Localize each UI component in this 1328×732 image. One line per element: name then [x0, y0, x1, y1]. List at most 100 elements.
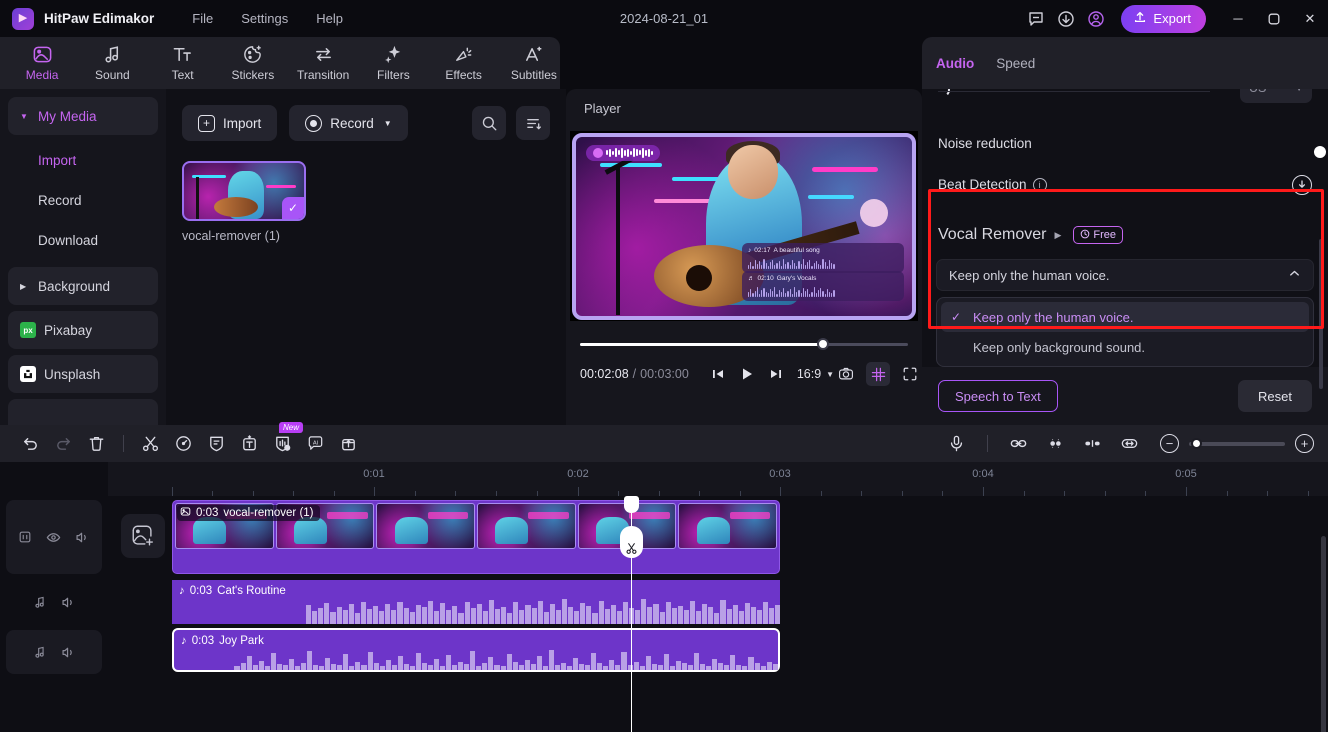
- video-preview[interactable]: ♪ 02:17 A beautiful song: [572, 133, 916, 320]
- timeline-scrollbar[interactable]: [1321, 536, 1326, 732]
- tab-subtitles[interactable]: Subtitles: [508, 44, 560, 82]
- tab-filters[interactable]: Filters: [367, 44, 419, 82]
- timeline-clip-video[interactable]: 0:03 vocal-remover (1): [172, 500, 780, 574]
- zoom-in-icon[interactable]: +: [1295, 434, 1314, 453]
- tab-stickers-label: Stickers: [232, 68, 275, 82]
- split-view-icon[interactable]: [1076, 430, 1109, 458]
- player-seekbar[interactable]: [580, 337, 908, 351]
- timeline-clip-audio-2[interactable]: ♪ 0:03 Joy Park: [172, 628, 780, 672]
- sidebar-item-download[interactable]: Download: [8, 221, 158, 259]
- fullscreen-icon[interactable]: [898, 362, 922, 386]
- speech-to-text-button[interactable]: Speech to Text: [938, 380, 1058, 412]
- add-text-icon[interactable]: [233, 430, 266, 458]
- timeline-tracks: 0:03 vocal-remover (1): [108, 496, 1328, 732]
- link-icon[interactable]: [1002, 430, 1035, 458]
- redo-icon[interactable]: [47, 430, 80, 458]
- menu-file[interactable]: File: [192, 11, 213, 26]
- music-icon[interactable]: [33, 645, 47, 659]
- aspect-ratio-selector[interactable]: 16:9 ▼: [797, 367, 834, 381]
- dropdown-option-background-sound[interactable]: Keep only background sound.: [941, 332, 1309, 362]
- right-panel-scrollbar[interactable]: [1319, 239, 1323, 389]
- fit-icon[interactable]: [1113, 430, 1146, 458]
- menu-settings[interactable]: Settings: [241, 11, 288, 26]
- next-frame-button[interactable]: [769, 367, 783, 381]
- download-icon[interactable]: [1051, 4, 1081, 34]
- voiceover-icon[interactable]: [940, 430, 973, 458]
- delete-icon[interactable]: [80, 430, 113, 458]
- sidebar-item-pixabay[interactable]: px Pixabay: [8, 311, 158, 349]
- mute-icon[interactable]: [61, 645, 76, 660]
- export-button[interactable]: Export: [1121, 5, 1206, 33]
- info-icon[interactable]: i: [1033, 178, 1047, 192]
- account-icon[interactable]: [1081, 4, 1111, 34]
- grid-icon[interactable]: [866, 362, 890, 386]
- clip-duration-audio-1: 0:03: [190, 585, 212, 597]
- minimize-button[interactable]: ─: [1220, 0, 1256, 37]
- export-clip-icon[interactable]: [332, 430, 365, 458]
- import-button[interactable]: + Import: [182, 105, 277, 141]
- speed-icon[interactable]: [167, 430, 200, 458]
- tab-stickers[interactable]: Stickers: [227, 44, 279, 82]
- sidebar-item-unsplash[interactable]: Unsplash: [8, 355, 158, 393]
- selected-check-icon: ✓: [282, 197, 304, 219]
- prev-frame-button[interactable]: [711, 367, 725, 381]
- zoom-out-icon[interactable]: −: [1160, 434, 1179, 453]
- add-media-icon[interactable]: [121, 514, 165, 558]
- zoom-slider-handle[interactable]: [1191, 438, 1202, 449]
- media-actions: + Import Record ▼: [182, 105, 550, 141]
- vocal-remover-select[interactable]: Keep only the human voice.: [936, 259, 1314, 291]
- auto-highlight-icon[interactable]: New: [266, 430, 299, 458]
- media-card[interactable]: ✓ vocal-remover (1): [182, 161, 306, 243]
- undo-icon[interactable]: [14, 430, 47, 458]
- unsplash-icon: [20, 366, 36, 382]
- music-icon[interactable]: [33, 595, 47, 609]
- timeline-ruler[interactable]: 0:01 0:02 0:03 0:04 0:05: [108, 462, 1328, 496]
- tab-audio[interactable]: Audio: [936, 56, 974, 71]
- snapshot-icon[interactable]: [834, 362, 858, 386]
- menu-help[interactable]: Help: [316, 11, 343, 26]
- tab-text[interactable]: Text: [157, 44, 209, 82]
- filters-icon: [383, 44, 404, 65]
- sidebar-item-background[interactable]: ▶ Background: [8, 267, 158, 305]
- app-name: HitPaw Edimakor: [44, 11, 154, 26]
- playhead[interactable]: [631, 496, 632, 732]
- play-button[interactable]: [739, 366, 755, 382]
- region-select[interactable]: US ▼: [1240, 89, 1312, 103]
- beat-detection-download-icon[interactable]: [1292, 175, 1312, 195]
- zoom-slider[interactable]: [1189, 442, 1285, 446]
- tab-speed[interactable]: Speed: [996, 56, 1035, 71]
- eye-icon[interactable]: [46, 530, 61, 545]
- search-icon[interactable]: [472, 106, 506, 140]
- scissors-icon[interactable]: [620, 526, 643, 558]
- chevron-right-icon[interactable]: ▶: [1055, 230, 1062, 241]
- tab-transition[interactable]: Transition: [297, 44, 349, 82]
- sort-icon[interactable]: [516, 106, 550, 140]
- record-button[interactable]: Record ▼: [289, 105, 407, 141]
- clip-label-audio-2: ♪ 0:03 Joy Park: [178, 634, 270, 648]
- mute-icon[interactable]: [61, 595, 76, 610]
- overlay-card-vocals: ♬ 02:10 Gary's Vocals: [742, 271, 904, 301]
- feedback-icon[interactable]: [1021, 4, 1051, 34]
- close-button[interactable]: ✕: [1292, 0, 1328, 37]
- ai-icon[interactable]: AI: [299, 430, 332, 458]
- lock-icon[interactable]: [18, 530, 32, 544]
- mute-icon[interactable]: [75, 530, 90, 545]
- seek-handle[interactable]: [817, 338, 829, 350]
- dropdown-option-human-voice[interactable]: ✓ Keep only the human voice.: [941, 302, 1309, 332]
- sidebar-item-download-label: Download: [38, 233, 98, 248]
- sidebar-item-import[interactable]: Import: [8, 141, 158, 179]
- maximize-button[interactable]: [1256, 0, 1292, 37]
- sidebar-item-my-media[interactable]: ▼ My Media: [8, 97, 158, 135]
- tab-sound[interactable]: Sound: [86, 44, 138, 82]
- detach-icon[interactable]: [1039, 430, 1072, 458]
- tab-effects[interactable]: Effects: [438, 44, 490, 82]
- playhead-handle[interactable]: [624, 496, 639, 513]
- sidebar-item-record[interactable]: Record: [8, 181, 158, 219]
- left-sidebar: ▼ My Media Import Record Download ▶ Back…: [0, 89, 166, 425]
- reset-button[interactable]: Reset: [1238, 380, 1312, 412]
- timeline-clip-audio-1[interactable]: ♪ 0:03 Cat's Routine: [172, 580, 780, 624]
- split-icon[interactable]: [134, 430, 167, 458]
- tab-media[interactable]: Media: [16, 44, 68, 82]
- mask-icon[interactable]: [200, 430, 233, 458]
- overlay-card-vocals-time: 02:10: [758, 275, 774, 282]
